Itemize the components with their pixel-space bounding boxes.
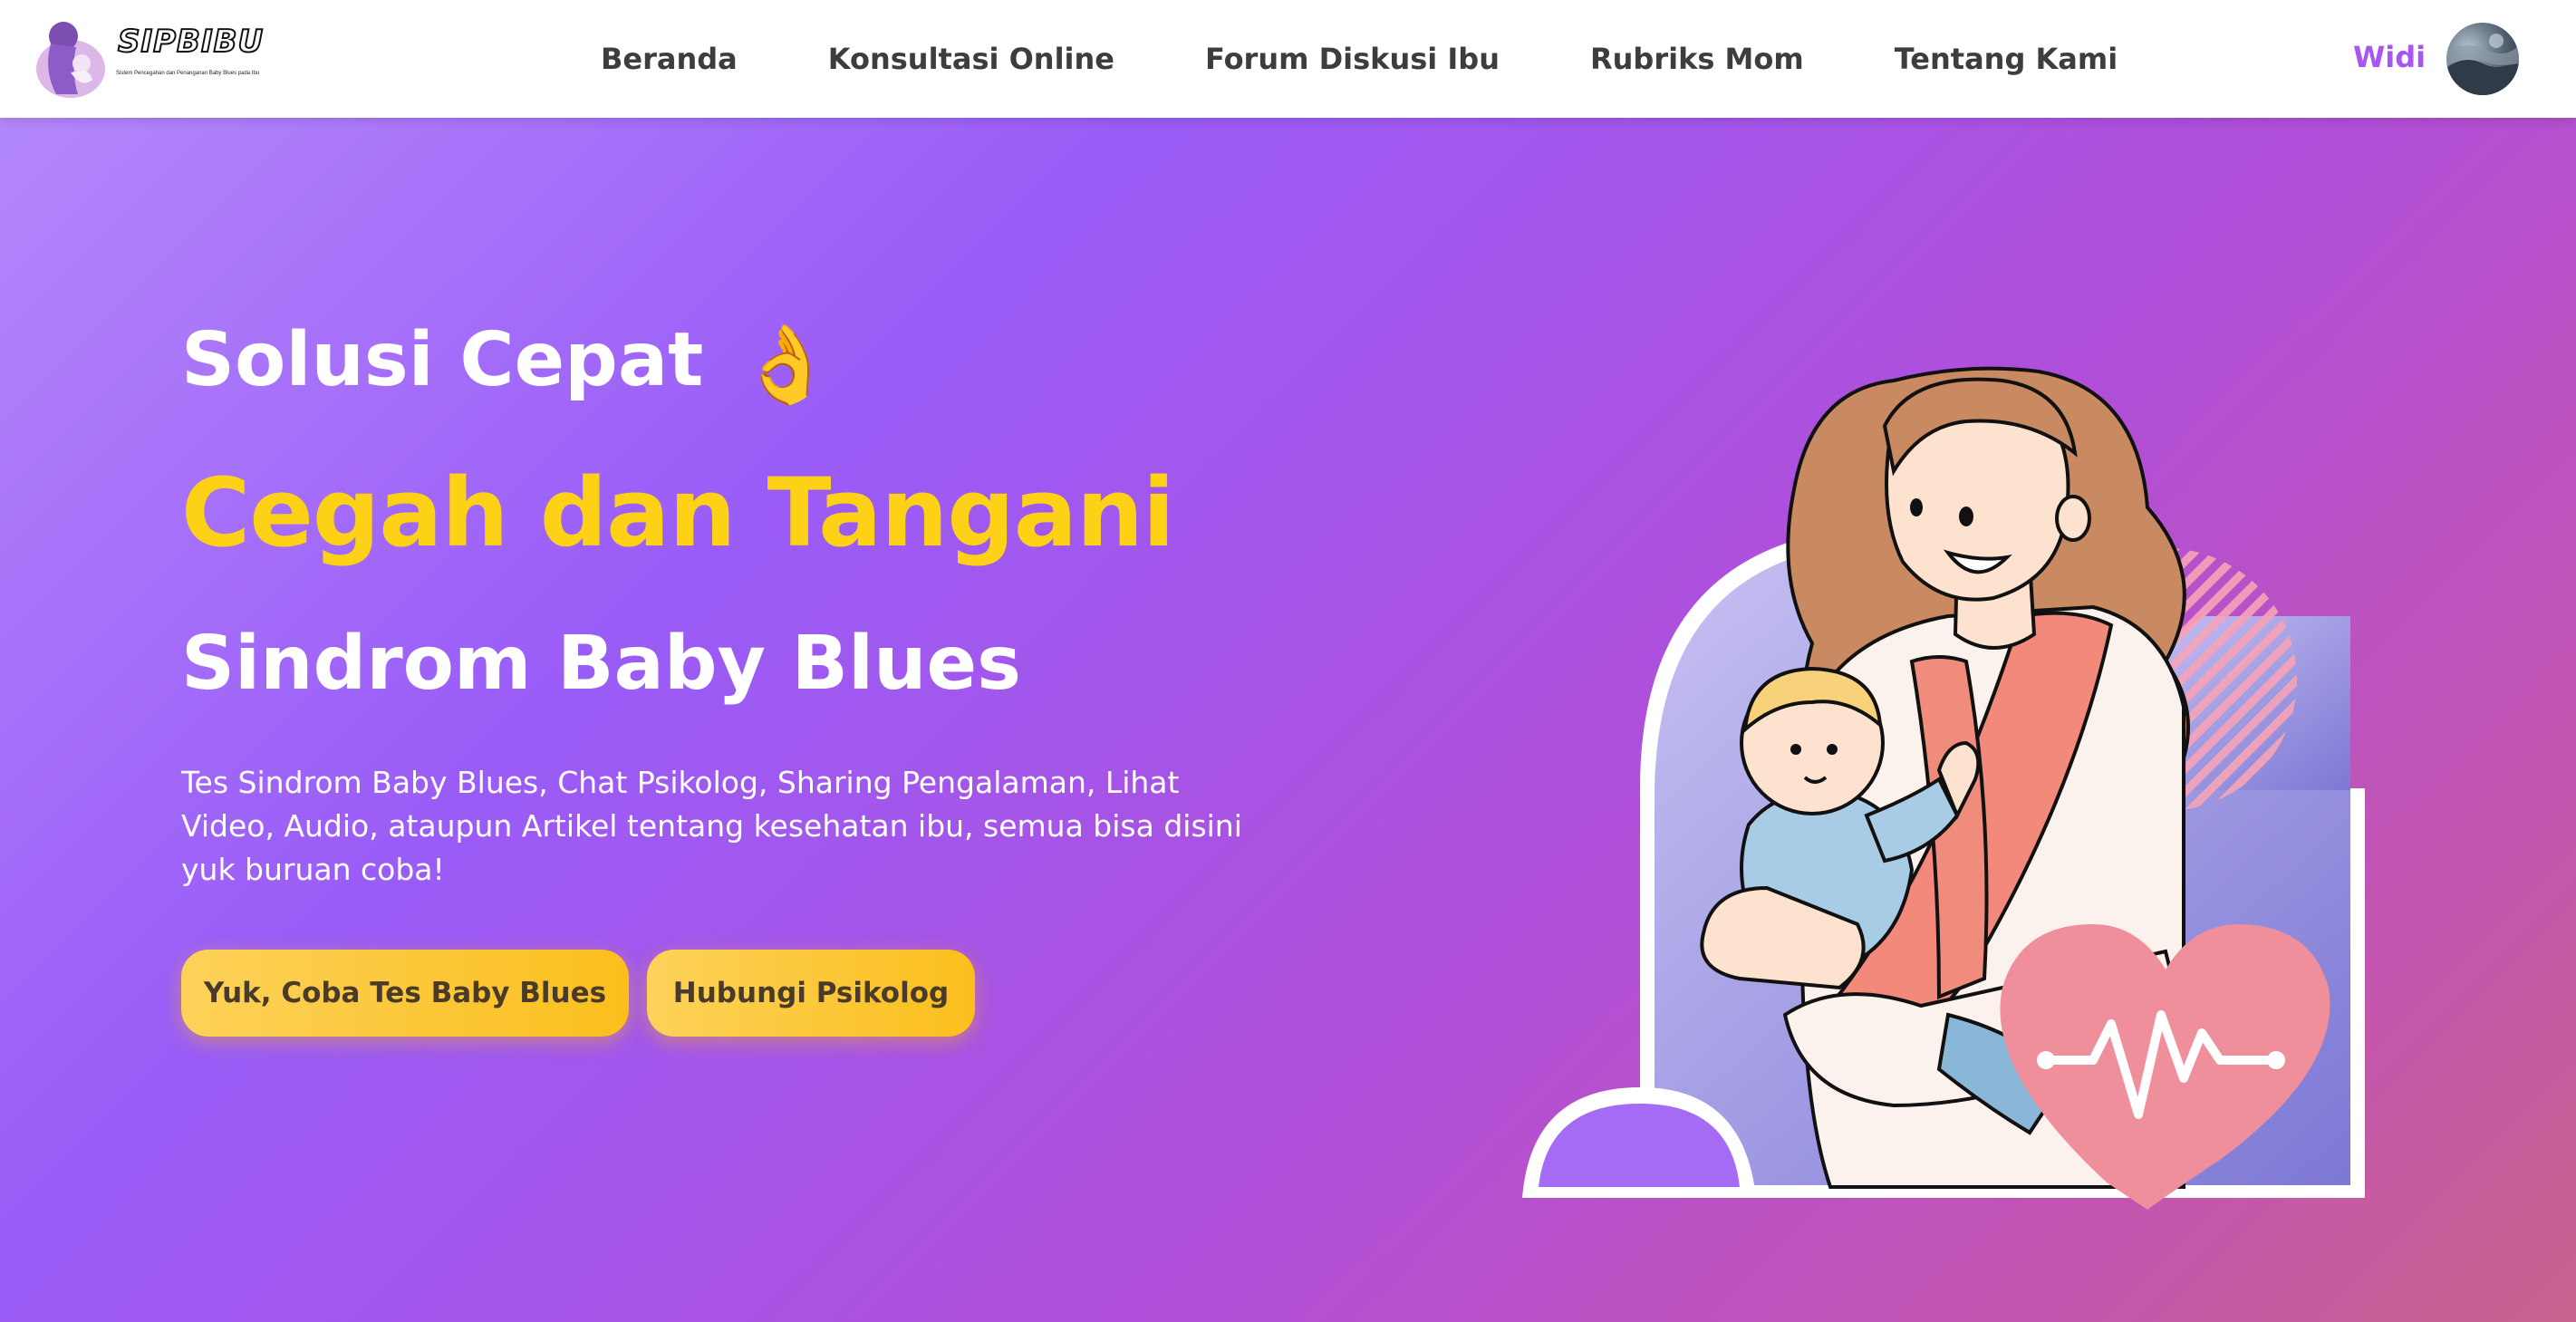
ok-hand-icon: 👌	[738, 320, 834, 409]
contact-psychologist-button[interactable]: Hubungi Psikolog	[647, 950, 975, 1037]
user-name-link[interactable]: Widi	[2353, 40, 2426, 74]
mother-holding-baby-illustration	[1522, 366, 2365, 1210]
user-avatar[interactable]	[2446, 23, 2519, 95]
hero-title-line1: Solusi Cepat	[181, 317, 704, 403]
logo-title: SIPBIBU	[117, 23, 265, 61]
hero-title-line3: Sindrom Baby Blues	[181, 621, 1021, 707]
nav-item-forum-diskusi-ibu[interactable]: Forum Diskusi Ibu	[1205, 42, 1500, 76]
main-nav: Beranda Konsultasi Online Forum Diskusi …	[601, 36, 2118, 82]
try-baby-blues-test-button[interactable]: Yuk, Coba Tes Baby Blues	[181, 950, 629, 1037]
mother-and-baby-logo-icon	[36, 22, 105, 98]
brand-logo[interactable]: SIPBIBU Sistem Pencegahan dan Penanganan…	[34, 16, 264, 100]
nav-item-tentang-kami[interactable]: Tentang Kami	[1895, 42, 2118, 76]
hero-section: Solusi Cepat 👌 Cegah dan Tangani Sindrom…	[0, 118, 2576, 1322]
hero-description: Tes Sindrom Baby Blues, Chat Psikolog, S…	[181, 765, 1242, 887]
avatar-photo	[2446, 34, 2519, 95]
nav-item-konsultasi-online[interactable]: Konsultasi Online	[828, 42, 1114, 76]
top-navbar: SIPBIBU Sistem Pencegahan dan Penanganan…	[0, 0, 2576, 118]
hero-title-line2: Cegah dan Tangani	[181, 458, 1175, 568]
nav-item-rubriks-mom[interactable]: Rubriks Mom	[1590, 42, 1804, 76]
logo-tagline: Sistem Pencegahan dan Penanganan Baby Bl…	[116, 71, 260, 76]
nav-item-beranda[interactable]: Beranda	[601, 42, 738, 76]
